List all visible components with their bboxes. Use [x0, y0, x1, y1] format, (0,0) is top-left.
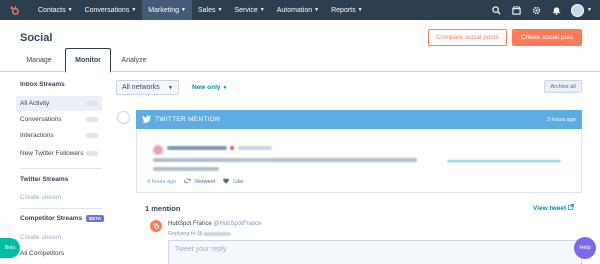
sidebar-item-new-twitter-followers[interactable]: New Twitter Followers	[16, 146, 102, 161]
nav-automation[interactable]: Automation ▼	[271, 0, 325, 20]
sidebar-item-label: Interactions	[20, 132, 54, 139]
count-badge	[86, 117, 98, 122]
select-radio[interactable]	[117, 111, 130, 124]
competitor-streams-label: Competitor Streams	[20, 215, 83, 222]
network-filter-select[interactable]: All networks ▼	[116, 80, 179, 95]
tweet-time: 3 hours ago	[147, 179, 177, 185]
tab-bar: Manage Monitor Analyze	[0, 48, 600, 73]
page-title: Social	[20, 32, 53, 44]
user-avatar[interactable]	[571, 3, 585, 17]
chevron-down-icon: ▼	[168, 84, 173, 91]
nav-label: Reports	[331, 6, 356, 14]
nav-reports[interactable]: Reports ▼	[325, 0, 368, 20]
tweet-text-line-2	[153, 167, 219, 171]
reply-input[interactable]: Tweet your reply	[168, 240, 582, 264]
chevron-down-icon: ▼	[67, 7, 73, 13]
mention-header: TWITTER MENTION 3 hours ago	[136, 110, 582, 129]
twitter-streams-heading: Twitter Streams	[20, 176, 69, 183]
tweet-meta: 3 hours ago Retweet Like	[147, 178, 243, 186]
tab-monitor[interactable]: Monitor	[65, 48, 111, 73]
mention-title: TWITTER MENTION	[155, 116, 221, 123]
external-link-icon	[567, 204, 574, 212]
twitter-bird-icon	[142, 115, 151, 125]
tab-manage[interactable]: Manage	[21, 48, 57, 72]
reply-placeholder: Tweet your reply	[175, 246, 227, 253]
chevron-down-icon[interactable]: ▼	[587, 7, 592, 13]
search-icon[interactable]	[491, 5, 501, 15]
mention-time: 3 hours ago	[546, 116, 576, 123]
heart-icon	[223, 178, 230, 186]
chevron-down-icon: ▼	[217, 7, 223, 13]
tweet-author-handle	[238, 146, 272, 150]
reply-author-name: HubSpot France	[168, 221, 212, 227]
sidebar-item-all-activity[interactable]: All Activity	[16, 96, 102, 111]
sidebar-item-label: All Activity	[20, 100, 50, 107]
retweet-icon	[184, 178, 191, 186]
sidebar-item-conversations[interactable]: Conversations	[16, 112, 102, 127]
replying-to-handle-blurred	[202, 231, 231, 236]
like-button[interactable]: Like	[233, 179, 243, 185]
sort-filter-value: New only	[192, 84, 221, 91]
tweet-text-line-1	[153, 158, 417, 162]
tab-analyze[interactable]: Analyze	[118, 48, 150, 72]
divider	[20, 168, 102, 169]
nav-label: Service	[234, 6, 258, 14]
nav-sales[interactable]: Sales ▼	[192, 0, 228, 20]
tweet-author-avatar	[153, 145, 163, 155]
divider	[20, 208, 102, 209]
replying-to: Replying to @	[168, 231, 231, 237]
chevron-down-icon: ▼	[314, 7, 320, 13]
hubspot-avatar-icon	[150, 220, 162, 232]
nav-label: Conversations	[84, 6, 130, 14]
twitter-create-stream-link[interactable]: Create stream	[16, 190, 102, 205]
network-filter-value: All networks	[122, 84, 160, 91]
compare-posts-button[interactable]: Compare social posts	[428, 29, 507, 46]
marketplace-icon[interactable]	[511, 5, 521, 15]
chevron-down-icon: ▼	[181, 7, 186, 13]
chevron-down-icon: ▼	[357, 7, 363, 13]
top-nav: Contacts ▼ Conversations ▼ Marketing ▼ Sale…	[0, 0, 600, 20]
tweet-link-preview	[447, 160, 561, 162]
tweet-author-emoji	[230, 146, 234, 150]
retweet-button[interactable]: Retweet	[195, 179, 215, 185]
nav-service[interactable]: Service ▼	[228, 0, 270, 20]
gear-icon[interactable]	[531, 5, 541, 15]
tweet-card: 3 hours ago Retweet Like	[136, 129, 582, 193]
view-tweet-label: View tweet	[533, 205, 567, 212]
bell-icon[interactable]	[551, 5, 561, 15]
mention-count: 1 mention	[145, 204, 181, 213]
chevron-down-icon: ▼	[222, 85, 228, 91]
nav-contacts[interactable]: Contacts ▼	[32, 0, 79, 20]
beta-feedback-button[interactable]: Beta	[0, 238, 20, 258]
reply-author: HubSpot France @HubSpotFrance	[168, 221, 262, 227]
nav-marketing[interactable]: Marketing ▼	[142, 0, 192, 20]
nav-label: Marketing	[148, 6, 180, 14]
reply-author-handle: @HubSpotFrance	[213, 221, 262, 227]
help-button[interactable]: Help	[574, 237, 596, 259]
chevron-down-icon: ▼	[259, 7, 265, 13]
chevron-down-icon: ▼	[131, 7, 137, 13]
count-badge	[86, 133, 98, 138]
nav-label: Automation	[276, 6, 313, 14]
sidebar-item-label: New Twitter Followers	[20, 150, 84, 157]
archive-all-button[interactable]: Archive all	[544, 80, 582, 93]
sidebar-item-interactions[interactable]: Interactions	[16, 128, 102, 143]
sort-filter-dropdown[interactable]: New only ▼	[192, 84, 227, 91]
nav-label: Sales	[197, 6, 216, 14]
competitor-streams-heading: Competitor Streams BETA	[20, 215, 105, 222]
nav-label: Contacts	[38, 6, 66, 14]
hubspot-logo-icon[interactable]	[4, 0, 24, 20]
nav-conversations[interactable]: Conversations ▼	[79, 0, 143, 20]
count-badge	[86, 101, 98, 106]
tweet-author-name	[167, 146, 227, 150]
sidebar-item-label: Conversations	[20, 116, 62, 123]
beta-badge: BETA	[86, 215, 105, 222]
count-badge	[86, 151, 98, 156]
inbox-streams-heading: Inbox Streams	[20, 81, 65, 88]
view-tweet-link[interactable]: View tweet	[533, 204, 574, 212]
create-post-button[interactable]: Create social post	[512, 29, 582, 46]
sidebar-item-all-competitors[interactable]: All Competitors	[16, 246, 102, 261]
replying-to-label: Replying to @	[168, 231, 203, 237]
competitor-create-stream-link[interactable]: Create stream	[16, 230, 102, 245]
